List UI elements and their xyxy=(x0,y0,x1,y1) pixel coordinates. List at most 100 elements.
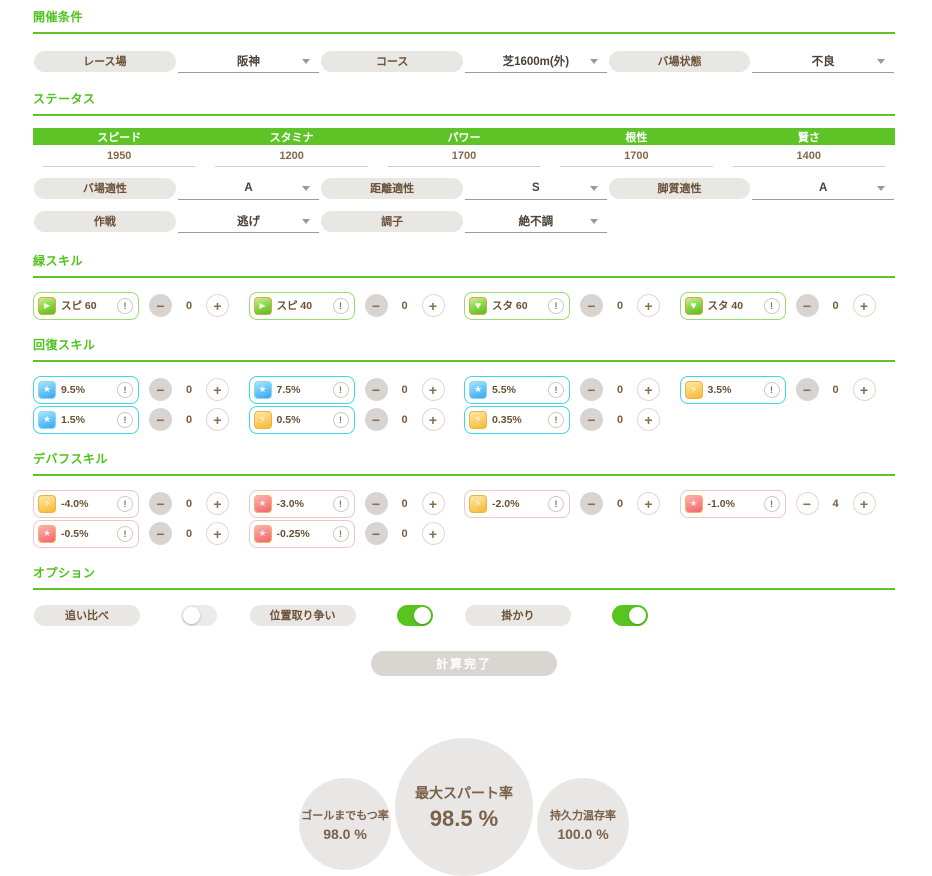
speed-input[interactable]: 1950 xyxy=(43,145,195,167)
decrement-button[interactable]: − xyxy=(149,492,172,515)
decrement-button[interactable]: − xyxy=(149,522,172,545)
decrement-button[interactable]: − xyxy=(365,492,388,515)
course-label: コース xyxy=(321,51,463,72)
stepper: − 0 + xyxy=(149,408,229,431)
increment-button[interactable]: + xyxy=(206,492,229,515)
aptitude-row-2: 作戦 逃げ 調子 絶不調 xyxy=(33,209,895,233)
racecourse-select[interactable]: 阪神 xyxy=(178,49,320,73)
status-values-row: 1950 1200 1700 1700 1400 xyxy=(33,145,895,167)
info-icon[interactable] xyxy=(764,382,780,398)
skill-item: -0.25% − 0 + xyxy=(249,519,465,548)
decrement-button[interactable]: − xyxy=(796,378,819,401)
increment-button[interactable]: + xyxy=(206,522,229,545)
decrement-button[interactable]: − xyxy=(580,408,603,431)
decrement-button[interactable]: − xyxy=(796,492,819,515)
info-icon[interactable] xyxy=(117,496,133,512)
skill-chip: -2.0% xyxy=(464,490,570,518)
decrement-button[interactable]: − xyxy=(365,378,388,401)
info-icon[interactable] xyxy=(548,496,564,512)
skill-chip: スピ 60 xyxy=(33,292,139,320)
info-icon[interactable] xyxy=(117,526,133,542)
increment-button[interactable]: + xyxy=(637,492,660,515)
info-icon[interactable] xyxy=(764,298,780,314)
decrement-button[interactable]: − xyxy=(149,408,172,431)
skill-chip: 9.5% xyxy=(33,376,139,404)
position-fight-toggle[interactable] xyxy=(397,605,433,626)
skill-item: 7.5% − 0 + xyxy=(249,375,465,404)
decrement-button[interactable]: − xyxy=(365,522,388,545)
distance-aptitude-label: 距離適性 xyxy=(321,178,463,199)
compete-option-label: 追い比べ xyxy=(34,605,140,626)
decrement-button[interactable]: − xyxy=(365,408,388,431)
power-input[interactable]: 1700 xyxy=(388,145,540,167)
info-icon[interactable] xyxy=(764,496,780,512)
info-icon[interactable] xyxy=(333,298,349,314)
track-condition-select[interactable]: 不良 xyxy=(752,49,894,73)
increment-button[interactable]: + xyxy=(637,294,660,317)
compete-toggle[interactable] xyxy=(181,605,217,626)
stepper: − 0 + xyxy=(365,378,445,401)
condition-select[interactable]: 絶不調 xyxy=(465,209,607,233)
info-icon[interactable] xyxy=(333,496,349,512)
results: ゴールまでもつ率 98.0 % 最大スパート率 98.5 % 持久力温存率 10… xyxy=(33,738,895,876)
skill-item: スピ 40 − 0 + xyxy=(249,291,465,320)
calculator-page: 開催条件 レース場 阪神 コース 芝1600m(外) バ場状態 不良 ステータス… xyxy=(0,0,932,876)
increment-button[interactable]: + xyxy=(637,408,660,431)
divider xyxy=(33,360,895,362)
info-icon[interactable] xyxy=(117,412,133,428)
debuff-skill-icon xyxy=(469,495,487,513)
wisdom-input[interactable]: 1400 xyxy=(733,145,885,167)
options-row: 追い比べ 位置取り争い 掛かり xyxy=(33,590,895,626)
info-icon[interactable] xyxy=(117,298,133,314)
increment-button[interactable]: + xyxy=(853,378,876,401)
increment-button[interactable]: + xyxy=(853,294,876,317)
increment-button[interactable]: + xyxy=(206,294,229,317)
skill-count: 0 xyxy=(388,414,422,426)
guts-input[interactable]: 1700 xyxy=(560,145,712,167)
decrement-button[interactable]: − xyxy=(365,294,388,317)
stepper: − 0 + xyxy=(149,522,229,545)
aptitude-row-1: バ場適性 A 距離適性 S 脚質適性 A xyxy=(33,176,895,200)
calculate-button[interactable]: 計算完了 xyxy=(371,651,557,676)
increment-button[interactable]: + xyxy=(422,378,445,401)
info-icon[interactable] xyxy=(333,412,349,428)
skill-chip: 5.5% xyxy=(464,376,570,404)
skill-count: 0 xyxy=(603,300,637,312)
chevron-down-icon xyxy=(302,59,310,64)
decrement-button[interactable]: − xyxy=(149,378,172,401)
info-icon[interactable] xyxy=(333,526,349,542)
increment-button[interactable]: + xyxy=(206,408,229,431)
decrement-button[interactable]: − xyxy=(580,294,603,317)
skill-count: 0 xyxy=(603,498,637,510)
rushed-toggle[interactable] xyxy=(612,605,648,626)
decrement-button[interactable]: − xyxy=(796,294,819,317)
skill-item: -3.0% − 0 + xyxy=(249,489,465,518)
skill-item: -1.0% − 4 + xyxy=(680,489,896,518)
decrement-button[interactable]: − xyxy=(149,294,172,317)
increment-button[interactable]: + xyxy=(422,492,445,515)
strategy-aptitude-select[interactable]: A xyxy=(752,176,894,200)
speed-skill-icon xyxy=(38,297,56,315)
increment-button[interactable]: + xyxy=(422,522,445,545)
info-icon[interactable] xyxy=(548,298,564,314)
skill-count: 0 xyxy=(603,414,637,426)
stamina-input[interactable]: 1200 xyxy=(215,145,367,167)
strategy-aptitude-label: 脚質適性 xyxy=(609,178,751,199)
increment-button[interactable]: + xyxy=(206,378,229,401)
increment-button[interactable]: + xyxy=(853,492,876,515)
surface-aptitude-select[interactable]: A xyxy=(178,176,320,200)
info-icon[interactable] xyxy=(117,382,133,398)
info-icon[interactable] xyxy=(548,382,564,398)
increment-button[interactable]: + xyxy=(422,294,445,317)
distance-aptitude-select[interactable]: S xyxy=(465,176,607,200)
skill-chip: -0.25% xyxy=(249,520,355,548)
increment-button[interactable]: + xyxy=(422,408,445,431)
skill-count: 0 xyxy=(603,384,637,396)
increment-button[interactable]: + xyxy=(637,378,660,401)
decrement-button[interactable]: − xyxy=(580,492,603,515)
tactic-select[interactable]: 逃げ xyxy=(178,209,320,233)
info-icon[interactable] xyxy=(333,382,349,398)
decrement-button[interactable]: − xyxy=(580,378,603,401)
info-icon[interactable] xyxy=(548,412,564,428)
course-select[interactable]: 芝1600m(外) xyxy=(465,49,607,73)
